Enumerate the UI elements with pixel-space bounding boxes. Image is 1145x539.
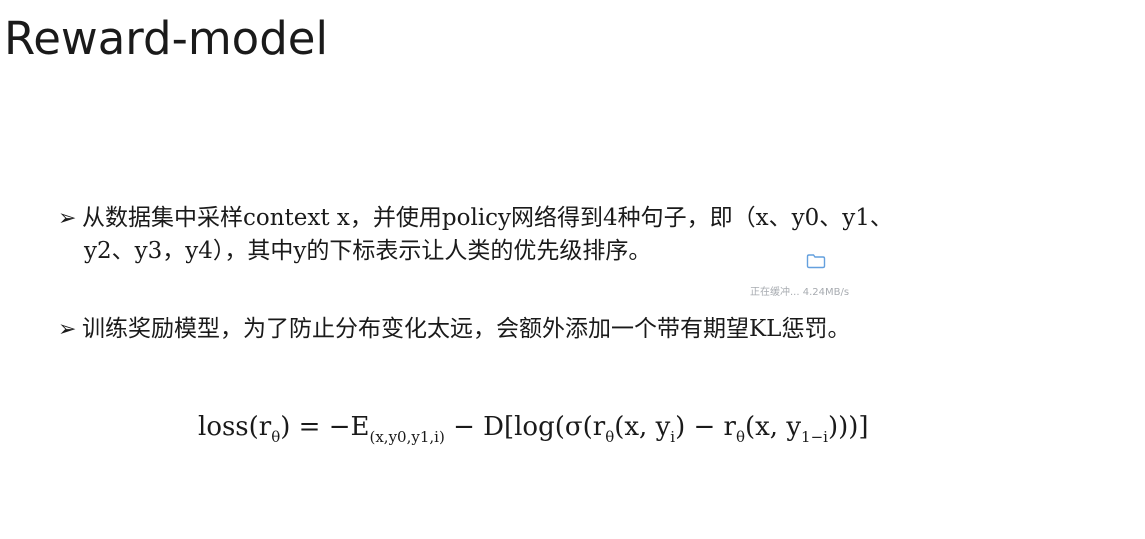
formula-subscript: θ bbox=[605, 428, 615, 446]
formula-subscript: θ bbox=[271, 428, 281, 446]
formula-part: ) = −E bbox=[280, 412, 370, 442]
slide: Reward-model ➢ 从数据集中采样context x，并使用policy… bbox=[0, 0, 1145, 539]
bullet-arrow-icon: ➢ bbox=[58, 206, 77, 231]
bullet-text-continuation: y2、y3，y4），其中y的下标表示让人类的优先级排序。 bbox=[84, 238, 652, 264]
formula-subscript: (x,y0,y1,i) bbox=[369, 428, 445, 446]
formula-part: )))] bbox=[827, 412, 869, 442]
formula-part: (x, y bbox=[614, 412, 671, 442]
bullet-line: ➢ 训练奖励模型，为了防止分布变化太远，会额外添加一个带有期望KL惩罚。 bbox=[58, 313, 1145, 346]
bullet-line: ➢ 从数据集中采样context x，并使用policy网络得到4种句子，即（x、… bbox=[58, 202, 1145, 235]
formula-part: (x, y bbox=[745, 412, 802, 442]
slide-title: Reward-model bbox=[4, 12, 328, 65]
formula-part: − D[log(σ(r bbox=[444, 412, 606, 442]
loss-formula: loss(rθ) = −E(x,y0,y1,i) − D[log(σ(rθ(x,… bbox=[198, 412, 869, 446]
bullet-text: 训练奖励模型，为了防止分布变化太远，会额外添加一个带有期望KL惩罚。 bbox=[82, 316, 851, 342]
bullet-arrow-icon: ➢ bbox=[58, 317, 77, 342]
bullet-item-training: ➢ 训练奖励模型，为了防止分布变化太远，会额外添加一个带有期望KL惩罚。 bbox=[58, 313, 1145, 346]
formula-subscript: θ bbox=[735, 428, 745, 446]
bullet-text: 从数据集中采样context x，并使用policy网络得到4种句子，即（x、y… bbox=[82, 205, 893, 231]
formula-subscript: 1−i bbox=[801, 428, 828, 446]
bullet-item-sampling: ➢ 从数据集中采样context x，并使用policy网络得到4种句子，即（x、… bbox=[58, 202, 1145, 268]
formula-part: ) − r bbox=[675, 412, 736, 442]
formula-part: loss(r bbox=[198, 412, 272, 442]
folder-icon[interactable] bbox=[806, 253, 826, 269]
buffering-status: 正在缓冲... 4.24MB/s bbox=[750, 287, 850, 298]
